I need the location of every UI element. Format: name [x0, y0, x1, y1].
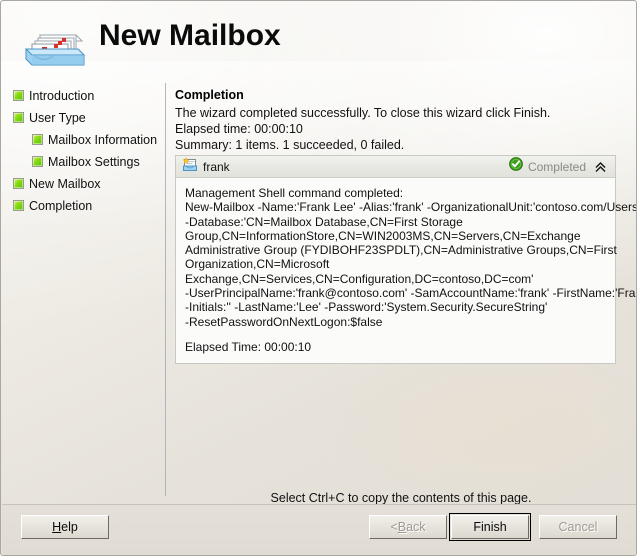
- pane-description: The wizard completed successfully. To cl…: [175, 106, 551, 120]
- mailbox-tray-icon: [18, 21, 90, 71]
- elapsed-time-text: Elapsed time: 00:00:10: [175, 122, 303, 136]
- command-line: Administrative Group (FYDIBOHF23SPDLT),C…: [185, 243, 617, 258]
- sidebar-item-label: Mailbox Settings: [48, 154, 140, 169]
- double-chevron-up-icon[interactable]: [594, 160, 607, 174]
- command-line: Group,CN=InformationStore,CN=WIN2003MS,C…: [185, 228, 581, 243]
- sidebar-item-label: User Type: [29, 110, 86, 125]
- result-item-name: frank: [203, 159, 230, 174]
- command-line: -Database:'CN=Mailbox Database,CN=First …: [185, 214, 463, 229]
- sidebar-item-mailbox-information[interactable]: Mailbox Information: [1, 129, 165, 150]
- sidebar-item-introduction[interactable]: Introduction: [1, 85, 165, 106]
- results-panel: frank Completed Management Shell command…: [175, 155, 637, 365]
- sidebar-item-label: New Mailbox: [29, 176, 101, 191]
- sidebar-item-label: Introduction: [29, 88, 95, 103]
- green-square-icon: [32, 134, 43, 145]
- green-check-circle-icon: [509, 157, 523, 176]
- cancel-button[interactable]: Cancel: [539, 515, 617, 539]
- green-square-icon: [13, 112, 24, 123]
- status-badge: Completed: [509, 157, 586, 176]
- copy-hint-text: Select Ctrl+C to copy the contents of th…: [270, 491, 532, 505]
- command-line: -Initials:'' -LastName:'Lee' -Password:'…: [185, 300, 548, 315]
- result-elapsed-time: Elapsed Time: 00:00:10: [185, 339, 312, 354]
- wizard-step-sidebar: Introduction User Type Mailbox Informati…: [1, 85, 165, 495]
- command-line: Management Shell command completed:: [185, 186, 404, 200]
- back-button-prefix: <: [390, 520, 398, 534]
- new-mailbox-wizard-window: New Mailbox Introduction User Type Mailb…: [0, 0, 637, 556]
- help-button-accel: H: [52, 520, 62, 534]
- command-line: Exchange,CN=Services,CN=Configuration,DC…: [185, 271, 534, 286]
- command-line: New-Mailbox -Name:'Frank Lee' -Alias:'fr…: [185, 200, 637, 215]
- help-button-label: elp: [61, 520, 78, 534]
- sidebar-divider: [165, 83, 166, 496]
- pane-heading: Completion: [175, 88, 244, 102]
- sidebar-item-new-mailbox[interactable]: New Mailbox: [1, 173, 165, 194]
- green-square-icon: [32, 156, 43, 167]
- page-title: New Mailbox: [99, 19, 281, 52]
- back-button[interactable]: < Back: [369, 515, 447, 539]
- result-item-header[interactable]: frank Completed: [176, 156, 615, 178]
- sidebar-item-mailbox-settings[interactable]: Mailbox Settings: [1, 151, 165, 172]
- sidebar-item-label: Mailbox Information: [48, 132, 158, 147]
- completion-pane: Completion The wizard completed successf…: [175, 87, 627, 153]
- back-button-accel: B: [397, 520, 407, 534]
- sidebar-item-user-type[interactable]: User Type: [1, 107, 165, 128]
- new-mailbox-item-icon: [182, 156, 198, 177]
- status-label: Completed: [527, 159, 586, 174]
- command-line: -ResetPasswordOnNextLogon:$false: [185, 314, 383, 329]
- green-square-icon: [13, 178, 24, 189]
- output-spacer: [185, 329, 607, 340]
- command-line: Organization,CN=Microsoft: [185, 257, 330, 272]
- summary-text: Summary: 1 items. 1 succeeded, 0 failed.: [175, 138, 405, 152]
- finish-button[interactable]: Finish: [449, 513, 531, 541]
- back-button-label: ack: [406, 520, 426, 534]
- sidebar-item-label: Completion: [29, 198, 93, 213]
- green-square-icon: [13, 200, 24, 211]
- result-command-output[interactable]: Management Shell command completed: New-…: [176, 178, 637, 364]
- sidebar-item-completion[interactable]: Completion: [1, 195, 165, 216]
- command-line: -UserPrincipalName:'frank@contoso.com' -…: [185, 286, 637, 301]
- help-button[interactable]: Help: [21, 515, 109, 539]
- title-area: New Mailbox: [1, 1, 636, 79]
- green-square-icon: [13, 90, 24, 101]
- button-bar: Help < Back Finish Cancel: [2, 504, 636, 555]
